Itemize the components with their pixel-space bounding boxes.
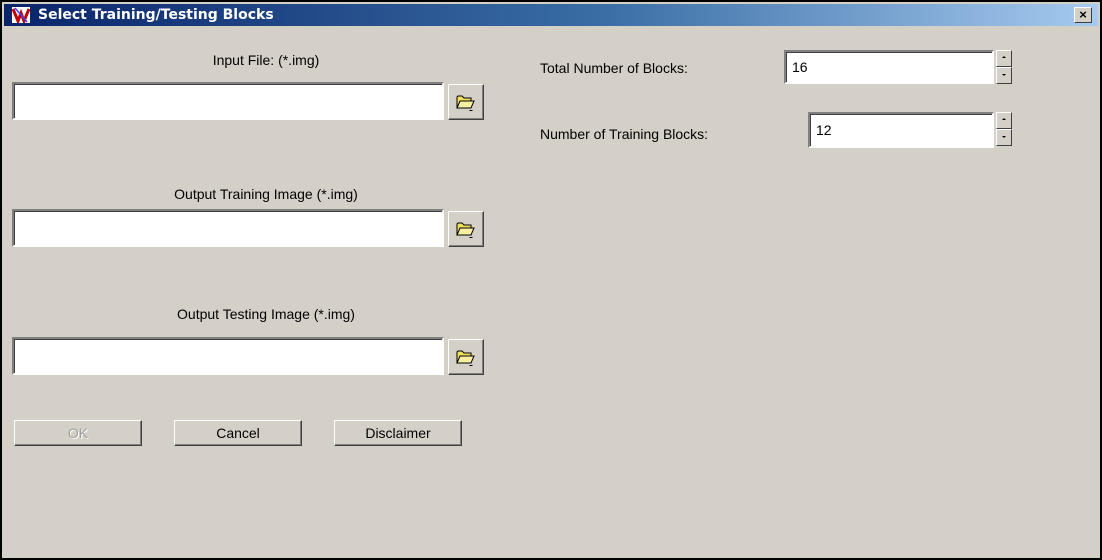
folder-open-icon [456, 222, 475, 238]
close-icon: × [1079, 7, 1087, 22]
total-blocks-up-button[interactable] [996, 50, 1012, 67]
training-blocks-up-button[interactable] [996, 112, 1012, 129]
folder-open-icon [456, 95, 475, 111]
input-file-label: Input File: (*.img) [212, 52, 320, 68]
close-button[interactable]: × [1074, 7, 1092, 23]
arrow-down-icon [1002, 136, 1006, 138]
cancel-button[interactable]: Cancel [174, 420, 302, 446]
ok-button[interactable]: OK [14, 420, 142, 446]
training-blocks-label: Number of Training Blocks: [540, 126, 709, 142]
arrow-down-icon [1002, 74, 1006, 76]
total-blocks-input[interactable] [786, 52, 992, 82]
output-training-browse-button[interactable] [448, 211, 484, 247]
input-file-field[interactable] [12, 82, 444, 120]
output-training-label: Output Training Image (*.img) [174, 186, 358, 202]
output-testing-browse-button[interactable] [448, 339, 484, 375]
dialog-window: Select Training/Testing Blocks × Input F… [0, 0, 1102, 560]
output-testing-label: Output Testing Image (*.img) [177, 306, 355, 322]
arrow-up-icon [1002, 118, 1006, 120]
total-blocks-field[interactable] [784, 50, 994, 84]
output-testing-input[interactable] [14, 339, 442, 373]
app-icon [12, 7, 30, 23]
input-file-input[interactable] [14, 84, 442, 118]
training-blocks-spinner [996, 112, 1012, 146]
disclaimer-button[interactable]: Disclaimer [334, 420, 462, 446]
total-blocks-label: Total Number of Blocks: [540, 60, 688, 76]
output-training-field[interactable] [12, 209, 444, 247]
training-blocks-field[interactable] [808, 112, 994, 148]
training-blocks-input[interactable] [810, 114, 992, 146]
folder-open-icon [456, 350, 475, 366]
total-blocks-spinner [996, 50, 1012, 84]
output-testing-field[interactable] [12, 337, 444, 375]
input-file-browse-button[interactable] [448, 84, 484, 120]
training-blocks-down-button[interactable] [996, 129, 1012, 146]
total-blocks-down-button[interactable] [996, 67, 1012, 84]
arrow-up-icon [1002, 56, 1006, 58]
output-training-input[interactable] [14, 211, 442, 245]
window-title: Select Training/Testing Blocks [38, 7, 274, 23]
title-bar[interactable]: Select Training/Testing Blocks × [4, 4, 1098, 26]
